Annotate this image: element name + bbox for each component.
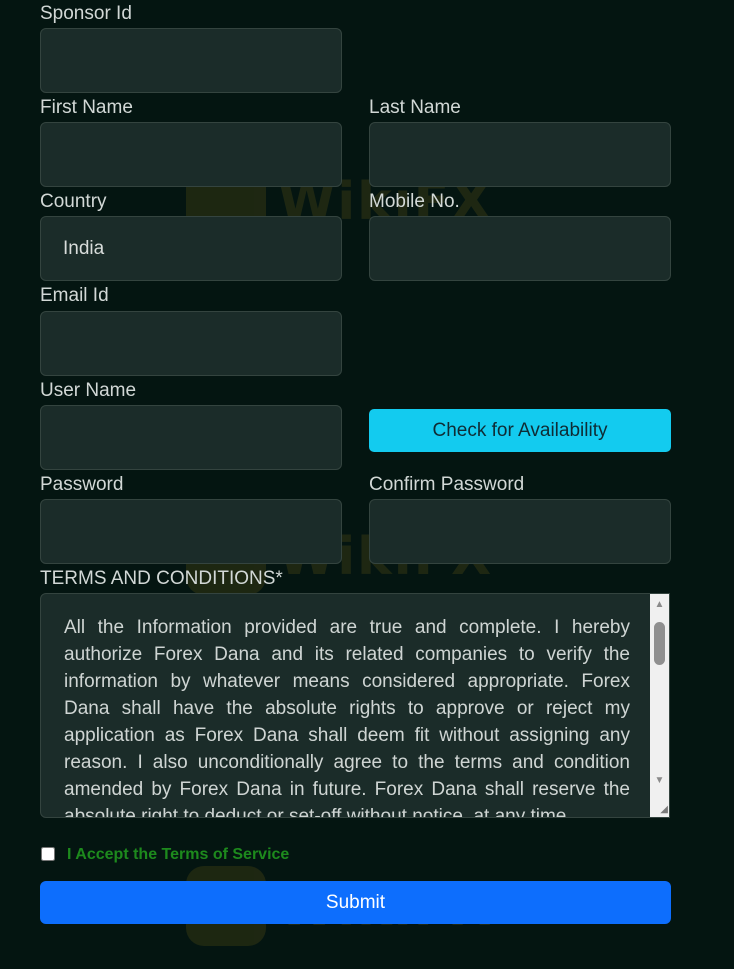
password-label: Password	[40, 474, 124, 495]
check-availability-button[interactable]: Check for Availability	[369, 409, 671, 452]
sponsor-id-label: Sponsor Id	[40, 3, 132, 24]
last-name-label: Last Name	[369, 97, 461, 118]
country-label: Country	[40, 191, 107, 212]
confirm-password-label: Confirm Password	[369, 474, 525, 495]
country-select[interactable]	[40, 216, 342, 281]
scroll-down-arrow-icon[interactable]: ▼	[650, 772, 669, 790]
sponsor-id-input[interactable]	[40, 28, 342, 93]
first-name-input[interactable]	[40, 122, 342, 187]
user-name-label: User Name	[40, 380, 137, 401]
password-input[interactable]	[40, 499, 342, 564]
mobile-label: Mobile No.	[369, 191, 460, 212]
confirm-password-input[interactable]	[369, 499, 671, 564]
scrollbar-thumb[interactable]	[654, 622, 665, 665]
terms-text: All the Information provided are true an…	[64, 617, 630, 818]
accept-terms-checkbox[interactable]	[41, 847, 55, 861]
email-label: Email Id	[40, 285, 109, 306]
accept-terms-label[interactable]: I Accept the Terms of Service	[67, 846, 289, 864]
scroll-up-arrow-icon[interactable]: ▲	[650, 596, 669, 614]
terms-heading: TERMS AND CONDITIONS*	[40, 568, 283, 589]
email-input[interactable]	[40, 311, 342, 376]
user-name-input[interactable]	[40, 405, 342, 470]
last-name-input[interactable]	[369, 122, 671, 187]
mobile-input[interactable]	[369, 216, 671, 281]
first-name-label: First Name	[40, 97, 133, 118]
submit-button[interactable]: Submit	[40, 881, 671, 924]
terms-textarea[interactable]: All the Information provided are true an…	[40, 593, 670, 818]
terms-scrollbar[interactable]: ▲ ▼ ◢	[650, 594, 669, 817]
resize-handle-icon[interactable]: ◢	[656, 804, 668, 816]
